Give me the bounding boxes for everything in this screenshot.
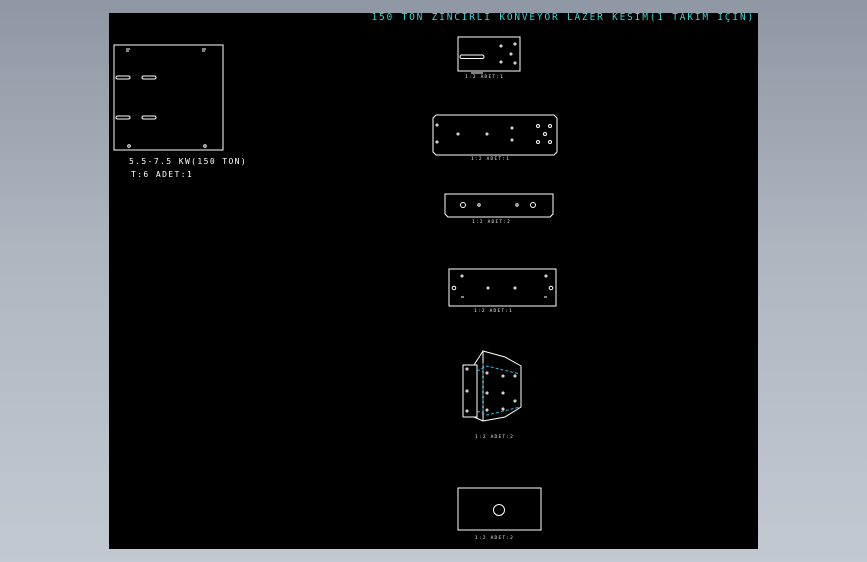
thickness-quantity-label: T:6 ADET:1 (131, 170, 194, 179)
part-caption: 1:2 ADET:1 (465, 75, 505, 80)
part-caption: 1:2 ADET:2 (475, 536, 515, 541)
cad-drawing (113, 36, 558, 531)
part-1 (457, 36, 521, 74)
motor-power-label: 5.5-7.5 KW(150 TON) (129, 157, 248, 166)
part-caption: 1:2 ADET:1 (471, 157, 511, 162)
part-4 (448, 268, 557, 307)
part-caption: 1:2 ADET:1 (474, 309, 514, 314)
part-5 (462, 350, 522, 422)
part-2 (432, 114, 558, 156)
part-3 (444, 193, 554, 218)
part-6 (457, 487, 542, 531)
part-caption: 1:2 ADET:2 (472, 220, 512, 225)
cad-viewport[interactable]: 150 TON ZİNCİRLİ KONVEYÖR LAZER KESİM(1 … (109, 13, 758, 549)
main-plate (113, 44, 224, 151)
part-caption: 1:2 ADET:2 (475, 435, 515, 440)
